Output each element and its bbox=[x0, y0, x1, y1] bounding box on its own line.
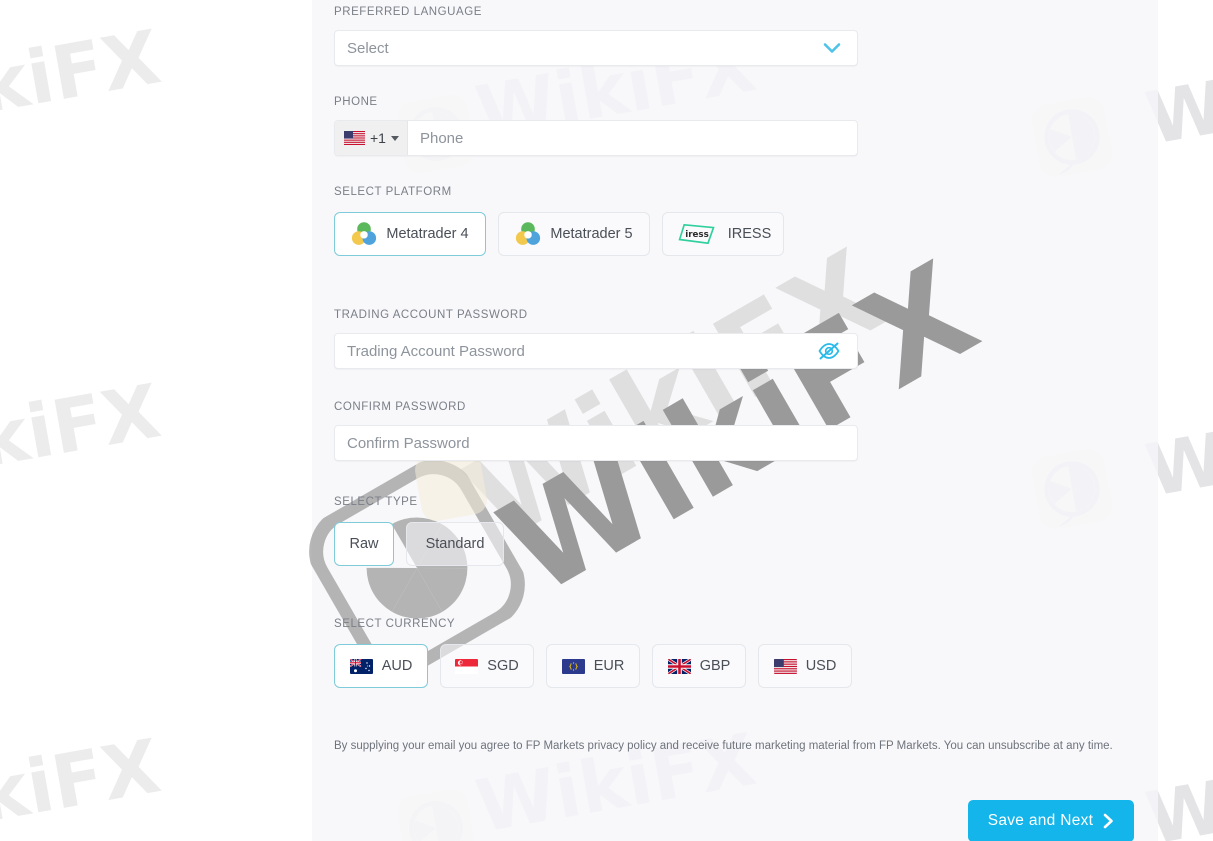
field-select-type: SELECT TYPE Raw Standard bbox=[334, 496, 504, 566]
country-code-value: +1 bbox=[370, 130, 386, 146]
confirm-password-input[interactable]: Confirm Password bbox=[334, 425, 858, 461]
chevron-down-icon[interactable] bbox=[821, 37, 843, 59]
sg-flag-icon bbox=[455, 658, 479, 674]
currency-option-aud[interactable]: AUD bbox=[334, 644, 428, 688]
currency-option-gbp[interactable]: GBP bbox=[652, 644, 746, 688]
chevron-right-icon bbox=[1103, 813, 1114, 829]
disclaimer-text: By supplying your email you agree to FP … bbox=[334, 740, 1113, 752]
trading-account-password-input[interactable]: Trading Account Password bbox=[334, 333, 858, 369]
type-option-raw[interactable]: Raw bbox=[334, 522, 394, 566]
type-option-label: Standard bbox=[425, 536, 485, 552]
iress-logo-icon: iress bbox=[678, 223, 715, 245]
watermark-text-left-bottom: kiFX bbox=[0, 723, 167, 840]
preferred-language-value: Select bbox=[347, 39, 389, 57]
currency-option-label: EUR bbox=[593, 658, 625, 674]
phone-label: PHONE bbox=[334, 96, 378, 108]
caret-down-icon bbox=[390, 135, 399, 141]
phone-input-placeholder: Phone bbox=[419, 129, 464, 147]
platform-option-label: Metatrader 4 bbox=[386, 226, 469, 242]
select-currency-label: SELECT CURRENCY bbox=[334, 618, 456, 630]
confirm-password-label: CONFIRM PASSWORD bbox=[334, 401, 466, 413]
currency-option-eur[interactable]: EUR bbox=[546, 644, 640, 688]
currency-option-label: AUD bbox=[381, 658, 413, 674]
au-flag-icon bbox=[349, 658, 373, 674]
field-select-platform: SELECT PLATFORM Metatrader 4 Metatrader … bbox=[334, 186, 784, 256]
metatrader-logo-icon bbox=[516, 222, 541, 245]
platform-option-label: IRESS bbox=[727, 226, 772, 242]
platform-option-metatrader-4[interactable]: Metatrader 4 bbox=[334, 212, 486, 256]
us-flag-icon bbox=[344, 131, 365, 145]
preferred-language-label: PREFERRED LANGUAGE bbox=[334, 6, 482, 18]
currency-options: AUD SGD EUR GBP USD bbox=[334, 644, 852, 688]
eye-off-icon[interactable] bbox=[817, 339, 841, 363]
field-confirm-password: CONFIRM PASSWORD Confirm Password bbox=[334, 401, 858, 461]
field-select-currency: SELECT CURRENCY AUD SGD EUR GBP USD bbox=[334, 618, 852, 688]
field-trading-account-password: TRADING ACCOUNT PASSWORD Trading Account… bbox=[334, 309, 858, 369]
confirm-password-placeholder: Confirm Password bbox=[347, 434, 470, 452]
trading-account-password-placeholder: Trading Account Password bbox=[347, 342, 525, 360]
currency-option-usd[interactable]: USD bbox=[758, 644, 852, 688]
save-and-next-button[interactable]: Save and Next bbox=[968, 800, 1134, 841]
field-phone: PHONE +1 Phone bbox=[334, 96, 858, 156]
type-option-standard[interactable]: Standard bbox=[406, 522, 504, 566]
type-options: Raw Standard bbox=[334, 522, 504, 566]
select-type-label: SELECT TYPE bbox=[334, 496, 418, 508]
phone-input-group[interactable]: +1 Phone bbox=[334, 120, 858, 156]
currency-option-label: GBP bbox=[699, 658, 731, 674]
metatrader-logo-icon bbox=[352, 222, 377, 245]
gb-flag-icon bbox=[667, 658, 691, 674]
currency-option-label: USD bbox=[805, 658, 837, 674]
watermark-text-left-middle: kiFX bbox=[0, 368, 167, 485]
field-preferred-language: PREFERRED LANGUAGE Select bbox=[334, 6, 858, 66]
trading-account-password-label: TRADING ACCOUNT PASSWORD bbox=[334, 309, 528, 321]
us-flag-icon bbox=[773, 658, 797, 674]
preferred-language-select[interactable]: Select bbox=[334, 30, 858, 66]
svg-text:iress: iress bbox=[685, 230, 709, 240]
select-platform-label: SELECT PLATFORM bbox=[334, 186, 452, 198]
platform-option-label: Metatrader 5 bbox=[550, 226, 633, 242]
country-code-selector[interactable]: +1 bbox=[335, 121, 408, 155]
currency-option-label: SGD bbox=[487, 658, 519, 674]
platform-options: Metatrader 4 Metatrader 5 iress IRESS bbox=[334, 212, 784, 256]
type-option-label: Raw bbox=[349, 536, 379, 552]
currency-option-sgd[interactable]: SGD bbox=[440, 644, 534, 688]
save-and-next-label: Save and Next bbox=[987, 812, 1094, 829]
platform-option-metatrader-5[interactable]: Metatrader 5 bbox=[498, 212, 650, 256]
watermark-text-left-top: kiFX bbox=[0, 14, 167, 131]
eu-flag-icon bbox=[561, 658, 585, 674]
platform-option-iress[interactable]: iress IRESS bbox=[662, 212, 784, 256]
